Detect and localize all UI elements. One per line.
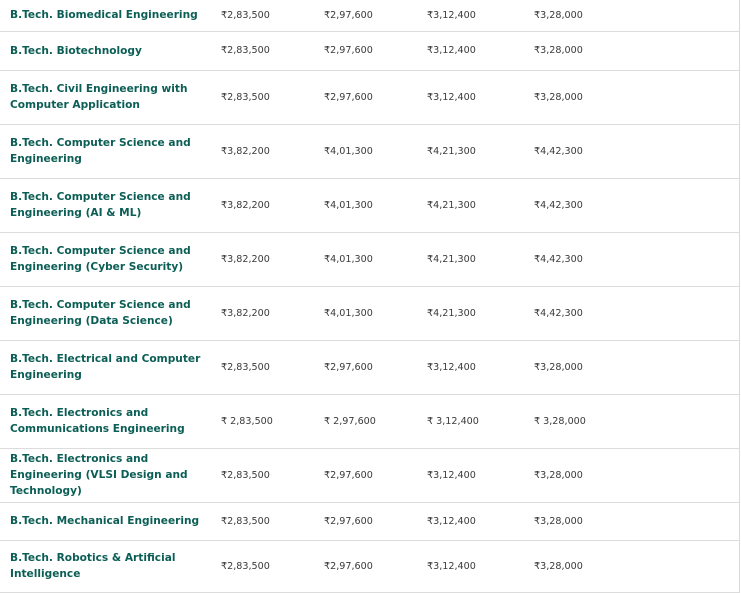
fee-year-4-cell: ₹3,28,000: [534, 91, 583, 103]
table-row: B.Tech. Computer Science and Engineering…: [0, 286, 739, 340]
fee-year-3-cell: ₹3,12,400: [427, 45, 476, 56]
fee-year-2-cell: ₹2,97,600: [324, 469, 373, 481]
fee-year-2-cell: ₹2,97,600: [324, 361, 373, 373]
fee-year-1-cell: ₹2,83,500: [221, 361, 270, 373]
fee-year-2-cell: ₹4,01,300: [324, 145, 373, 157]
fee-year-4-cell: ₹4,42,300: [534, 253, 583, 265]
course-name-cell: B.Tech. Electrical and Computer Engineer…: [10, 353, 201, 381]
fee-year-1-cell: ₹3,82,200: [221, 199, 270, 211]
fee-year-1-cell: ₹3,82,200: [221, 145, 270, 157]
fee-year-1-cell: ₹3,82,200: [221, 307, 270, 319]
course-name-cell: B.Tech. Computer Science and Engineering…: [10, 191, 191, 219]
fee-year-4-cell: ₹4,42,300: [534, 145, 583, 157]
fee-year-4-cell: ₹3,28,000: [534, 515, 583, 527]
fee-year-3-cell: ₹3,12,400: [427, 515, 476, 527]
fee-year-3-cell: ₹ 3,12,400: [427, 415, 479, 427]
fee-year-4-cell: ₹3,28,000: [534, 9, 583, 21]
fee-year-3-cell: ₹4,21,300: [427, 199, 476, 211]
fee-year-1-cell: ₹2,83,500: [221, 515, 270, 527]
fee-year-1-cell: ₹2,83,500: [221, 560, 270, 572]
fee-year-1-cell: ₹ 2,83,500: [221, 415, 273, 427]
fee-year-2-cell: ₹2,97,600: [324, 45, 373, 56]
table-row: B.Tech. Electronics and Engineering (VLS…: [0, 448, 739, 502]
fee-year-2-cell: ₹4,01,300: [324, 199, 373, 211]
fee-year-1-cell: ₹2,83,500: [221, 91, 270, 103]
course-name-cell: B.Tech. Electronics and Engineering (VLS…: [10, 453, 188, 497]
fee-year-3-cell: ₹3,12,400: [427, 361, 476, 373]
fee-year-4-cell: ₹3,28,000: [534, 45, 583, 56]
course-name-cell: B.Tech. Electronics and Communications E…: [10, 407, 185, 435]
fee-year-4-cell: ₹4,42,300: [534, 199, 583, 211]
fee-year-4-cell: ₹3,28,000: [534, 469, 583, 481]
fee-year-2-cell: ₹2,97,600: [324, 515, 373, 527]
fee-year-2-cell: ₹ 2,97,600: [324, 415, 376, 427]
course-name-cell: B.Tech. Civil Engineering with Computer …: [10, 83, 188, 111]
fee-year-1-cell: ₹2,83,500: [221, 469, 270, 481]
course-name-cell: B.Tech. Robotics & Artificial Intelligen…: [10, 552, 176, 580]
table-row: B.Tech. Electronics and Communications E…: [0, 394, 739, 448]
table-row: B.Tech. Civil Engineering with Computer …: [0, 70, 739, 124]
fee-year-2-cell: ₹2,97,600: [324, 91, 373, 103]
fee-year-1-cell: ₹2,83,500: [221, 9, 270, 21]
fee-table-container: B.Tech. Biomedical Engineering ₹2,83,500…: [0, 0, 740, 593]
fee-year-1-cell: ₹3,82,200: [221, 253, 270, 265]
fee-year-3-cell: ₹3,12,400: [427, 91, 476, 103]
course-name-cell: B.Tech. Computer Science and Engineering…: [10, 245, 191, 273]
fee-year-2-cell: ₹2,97,600: [324, 560, 373, 572]
fee-year-2-cell: ₹4,01,300: [324, 253, 373, 265]
fee-year-1-cell: ₹2,83,500: [221, 45, 270, 56]
table-row: B.Tech. Biotechnology ₹2,83,500 ₹2,97,60…: [0, 31, 739, 70]
fee-year-2-cell: ₹2,97,600: [324, 9, 373, 21]
course-name-cell: B.Tech. Mechanical Engineering: [10, 515, 200, 527]
fee-year-3-cell: ₹4,21,300: [427, 307, 476, 319]
fee-year-4-cell: ₹3,28,000: [534, 361, 583, 373]
table-row: B.Tech. Computer Science and Engineering…: [0, 124, 739, 178]
course-name-cell: B.Tech. Biotechnology: [10, 44, 142, 57]
table-row: B.Tech. Mechanical Engineering ₹2,83,500…: [0, 502, 739, 540]
fee-year-3-cell: ₹4,21,300: [427, 145, 476, 157]
fee-year-2-cell: ₹4,01,300: [324, 307, 373, 319]
fee-year-4-cell: ₹ 3,28,000: [534, 415, 586, 427]
fee-table: B.Tech. Biomedical Engineering ₹2,83,500…: [0, 0, 739, 593]
course-name-cell: B.Tech. Computer Science and Engineering…: [10, 299, 191, 327]
table-row: B.Tech. Computer Science and Engineering…: [0, 178, 739, 232]
course-name-cell: B.Tech. Biomedical Engineering: [10, 9, 198, 22]
fee-year-3-cell: ₹4,21,300: [427, 253, 476, 265]
table-row: B.Tech. Robotics & Artificial Intelligen…: [0, 540, 739, 592]
fee-year-3-cell: ₹3,12,400: [427, 560, 476, 572]
fee-year-4-cell: ₹3,28,000: [534, 560, 583, 572]
table-row: B.Tech. Electrical and Computer Engineer…: [0, 340, 739, 394]
fee-year-4-cell: ₹4,42,300: [534, 307, 583, 319]
course-name-cell: B.Tech. Computer Science and Engineering: [10, 137, 191, 165]
table-row: B.Tech. Computer Science and Engineering…: [0, 232, 739, 286]
table-row: B.Tech. Biomedical Engineering ₹2,83,500…: [0, 0, 739, 31]
fee-year-3-cell: ₹3,12,400: [427, 9, 476, 21]
fee-year-3-cell: ₹3,12,400: [427, 469, 476, 481]
